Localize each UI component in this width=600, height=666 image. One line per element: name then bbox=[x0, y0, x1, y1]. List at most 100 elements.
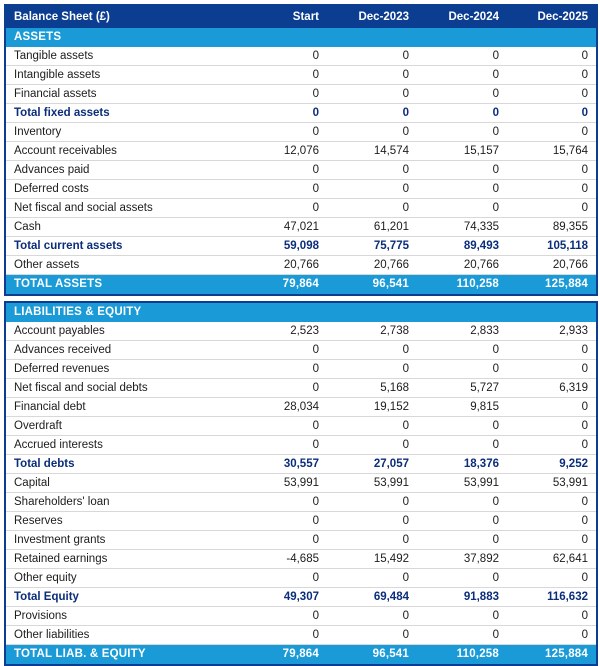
row-value-dec-2025: 0 bbox=[507, 606, 597, 626]
row-value-dec-2024: 0 bbox=[417, 198, 507, 218]
row-value-dec-2025: 2,933 bbox=[507, 322, 597, 341]
assets-table: Balance Sheet (£) Start Dec-2023 Dec-202… bbox=[4, 4, 598, 296]
row-label: Overdraft bbox=[5, 416, 237, 436]
section-header-assets: ASSETS bbox=[5, 28, 597, 47]
row-value-dec-2024: 0 bbox=[417, 511, 507, 531]
row-value-dec-2025: 89,355 bbox=[507, 217, 597, 237]
row-label: Financial assets bbox=[5, 84, 237, 104]
row-value-dec-2024: 37,892 bbox=[417, 549, 507, 569]
row-value-dec-2023: 0 bbox=[327, 568, 417, 588]
table-row: Inventory 0 0 0 0 bbox=[5, 122, 597, 142]
row-value-dec-2023: 61,201 bbox=[327, 217, 417, 237]
row-label: Inventory bbox=[5, 122, 237, 142]
row-value-dec-2023: 5,168 bbox=[327, 378, 417, 398]
row-value-dec-2025: 105,118 bbox=[507, 236, 597, 256]
row-value-start: 53,991 bbox=[237, 473, 327, 493]
row-label: Reserves bbox=[5, 511, 237, 531]
section-header-liabilities-equity: LIABILITIES & EQUITY bbox=[5, 302, 597, 322]
row-label: Provisions bbox=[5, 606, 237, 626]
row-value-dec-2024: 0 bbox=[417, 84, 507, 104]
column-header-dec-2023: Dec-2023 bbox=[327, 5, 417, 28]
row-value-dec-2024: 18,376 bbox=[417, 454, 507, 474]
row-label: Advances received bbox=[5, 340, 237, 360]
row-value-start: 47,021 bbox=[237, 217, 327, 237]
row-value-dec-2024: 110,258 bbox=[417, 644, 507, 665]
row-value-dec-2024: 0 bbox=[417, 530, 507, 550]
row-value-start: 12,076 bbox=[237, 141, 327, 161]
table-row: Advances paid 0 0 0 0 bbox=[5, 160, 597, 180]
row-label: TOTAL ASSETS bbox=[5, 274, 237, 295]
row-value-dec-2024: 0 bbox=[417, 122, 507, 142]
row-value-dec-2023: 14,574 bbox=[327, 141, 417, 161]
row-value-start: 0 bbox=[237, 435, 327, 455]
row-value-start: 79,864 bbox=[237, 644, 327, 665]
row-label: Capital bbox=[5, 473, 237, 493]
row-value-start: 0 bbox=[237, 568, 327, 588]
row-value-start: 79,864 bbox=[237, 274, 327, 295]
row-value-dec-2024: 0 bbox=[417, 606, 507, 626]
row-value-dec-2024: 0 bbox=[417, 160, 507, 180]
row-value-dec-2025: 0 bbox=[507, 359, 597, 379]
row-value-dec-2024: 0 bbox=[417, 65, 507, 85]
row-value-start: 30,557 bbox=[237, 454, 327, 474]
row-value-dec-2023: 0 bbox=[327, 511, 417, 531]
row-value-start: 0 bbox=[237, 530, 327, 550]
row-value-dec-2023: 0 bbox=[327, 359, 417, 379]
row-value-start: 0 bbox=[237, 492, 327, 512]
row-value-dec-2025: 15,764 bbox=[507, 141, 597, 161]
row-value-dec-2023: 0 bbox=[327, 84, 417, 104]
row-value-dec-2025: 0 bbox=[507, 568, 597, 588]
row-label: Total debts bbox=[5, 454, 237, 474]
row-value-dec-2025: 9,252 bbox=[507, 454, 597, 474]
subtotal-row: Total debts 30,557 27,057 18,376 9,252 bbox=[5, 454, 597, 474]
table-row: Advances received 0 0 0 0 bbox=[5, 340, 597, 360]
table-row: Provisions 0 0 0 0 bbox=[5, 606, 597, 626]
column-header-dec-2025: Dec-2025 bbox=[507, 5, 597, 28]
table-row: Financial assets 0 0 0 0 bbox=[5, 84, 597, 104]
row-value-dec-2023: 0 bbox=[327, 492, 417, 512]
row-value-start: 0 bbox=[237, 625, 327, 645]
row-value-dec-2025: 20,766 bbox=[507, 255, 597, 275]
row-value-dec-2025: 0 bbox=[507, 625, 597, 645]
table-row: Intangible assets 0 0 0 0 bbox=[5, 65, 597, 85]
section-title: ASSETS bbox=[5, 28, 237, 47]
row-value-dec-2025: 116,632 bbox=[507, 587, 597, 607]
row-value-dec-2024: 0 bbox=[417, 340, 507, 360]
table-row: Net fiscal and social assets 0 0 0 0 bbox=[5, 198, 597, 218]
row-value-dec-2025: 0 bbox=[507, 47, 597, 66]
row-value-start: 59,098 bbox=[237, 236, 327, 256]
row-value-start: 0 bbox=[237, 198, 327, 218]
row-value-dec-2023: 0 bbox=[327, 198, 417, 218]
row-value-dec-2025: 0 bbox=[507, 65, 597, 85]
row-label: Total Equity bbox=[5, 587, 237, 607]
table-row: Deferred costs 0 0 0 0 bbox=[5, 179, 597, 199]
row-value-dec-2023: 0 bbox=[327, 160, 417, 180]
section-spacer bbox=[327, 28, 417, 47]
page-title: Balance Sheet (£) bbox=[5, 5, 237, 28]
row-value-dec-2024: 0 bbox=[417, 625, 507, 645]
row-label: Cash bbox=[5, 217, 237, 237]
row-value-dec-2024: 0 bbox=[417, 416, 507, 436]
row-value-start: 0 bbox=[237, 416, 327, 436]
row-value-dec-2023: 75,775 bbox=[327, 236, 417, 256]
section-spacer bbox=[507, 302, 597, 322]
row-value-dec-2024: 2,833 bbox=[417, 322, 507, 341]
row-value-dec-2025: 0 bbox=[507, 84, 597, 104]
row-value-dec-2024: 0 bbox=[417, 568, 507, 588]
row-value-dec-2025: 0 bbox=[507, 511, 597, 531]
row-value-dec-2023: 0 bbox=[327, 625, 417, 645]
row-label: Deferred costs bbox=[5, 179, 237, 199]
table-row: Other assets 20,766 20,766 20,766 20,766 bbox=[5, 255, 597, 275]
section-spacer bbox=[327, 302, 417, 322]
row-value-dec-2023: 53,991 bbox=[327, 473, 417, 493]
row-value-dec-2025: 0 bbox=[507, 397, 597, 417]
row-value-dec-2024: 53,991 bbox=[417, 473, 507, 493]
table-row: Deferred revenues 0 0 0 0 bbox=[5, 359, 597, 379]
row-value-dec-2025: 0 bbox=[507, 103, 597, 123]
table-row: Account receivables 12,076 14,574 15,157… bbox=[5, 141, 597, 161]
row-label: Account receivables bbox=[5, 141, 237, 161]
row-value-dec-2023: 0 bbox=[327, 103, 417, 123]
row-label: Other liabilities bbox=[5, 625, 237, 645]
row-label: Net fiscal and social assets bbox=[5, 198, 237, 218]
row-value-start: 0 bbox=[237, 511, 327, 531]
